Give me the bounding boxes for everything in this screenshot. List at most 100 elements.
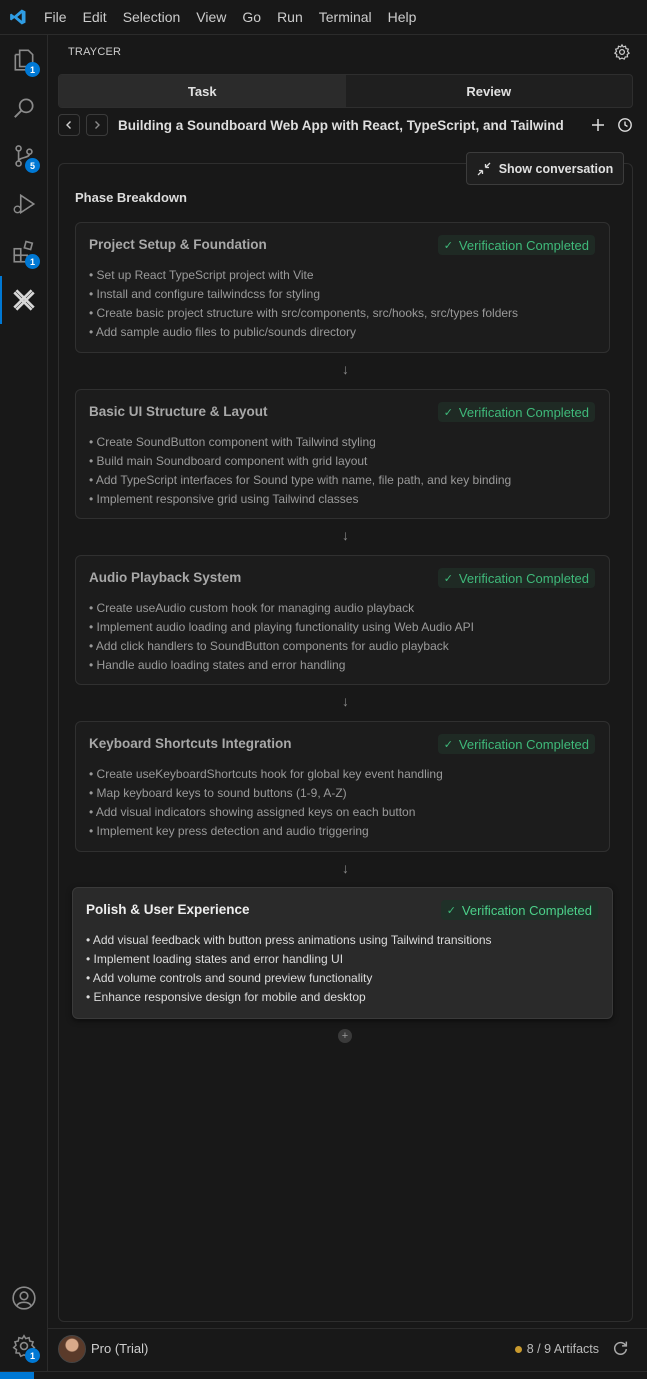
phase-card[interactable]: Keyboard Shortcuts Integration ✓ Verifica… (75, 721, 610, 852)
run-debug-button[interactable] (0, 180, 48, 228)
tab-task[interactable]: Task (59, 75, 346, 107)
phase-title: Polish & User Experience (86, 902, 250, 917)
list-item: Implement audio loading and playing func… (89, 618, 474, 637)
arrow-down-icon: ↓ (342, 693, 349, 709)
chevron-right-icon (95, 121, 100, 129)
list-item: Add sample audio files to public/sounds … (89, 323, 518, 342)
back-button[interactable] (58, 114, 80, 136)
phase-items: Add visual feedback with button press an… (86, 931, 492, 1007)
phase-title: Audio Playback System (89, 570, 242, 585)
status-badge: ✓ Verification Completed (437, 402, 595, 422)
source-control-badge: 5 (25, 158, 40, 173)
check-icon: ✓ (446, 904, 456, 917)
menu-run[interactable]: Run (269, 0, 311, 35)
phase-items: Create SoundButton component with Tailwi… (89, 433, 511, 509)
list-item: Implement loading states and error handl… (86, 950, 492, 969)
history-icon[interactable] (617, 117, 633, 133)
list-item: Add TypeScript interfaces for Sound type… (89, 471, 511, 490)
traycer-button[interactable] (0, 276, 48, 324)
phase-items: Set up React TypeScript project with Vit… (89, 266, 518, 342)
search-button[interactable] (0, 84, 48, 132)
list-item: Create useAudio custom hook for managing… (89, 599, 474, 618)
list-item: Add click handlers to SoundButton compon… (89, 637, 474, 656)
extensions-badge: 1 (25, 254, 40, 269)
remote-indicator[interactable] (0, 1372, 34, 1379)
traycer-panel: TRAYCER Task Review Building a Soundboar… (48, 35, 647, 1371)
list-item: Build main Soundboard component with gri… (89, 452, 511, 471)
show-conversation-label: Show conversation (498, 161, 614, 176)
phase-card[interactable]: Basic UI Structure & Layout ✓ Verificatio… (75, 389, 610, 519)
panel-title: TRAYCER (68, 46, 122, 58)
check-icon: ✓ (443, 572, 453, 585)
add-phase-icon[interactable]: + (338, 1029, 352, 1043)
phase-breakdown-heading: Phase Breakdown (75, 190, 187, 205)
menu-view[interactable]: View (188, 0, 234, 35)
plus-icon[interactable] (591, 118, 605, 132)
manage-button[interactable]: 1 (0, 1322, 48, 1370)
view-tabs: Task Review (58, 74, 633, 108)
menu-selection[interactable]: Selection (115, 0, 189, 35)
phase-card[interactable]: Audio Playback System ✓ Verification Comp… (75, 555, 610, 685)
task-nav-row: Building a Soundboard Web App with React… (58, 113, 633, 137)
menu-help[interactable]: Help (380, 0, 425, 35)
explorer-button[interactable]: 1 (0, 36, 48, 84)
tab-review[interactable]: Review (346, 75, 633, 107)
list-item: Install and configure tailwindcss for st… (89, 285, 518, 304)
list-item: Implement key press detection and audio … (89, 822, 443, 841)
refresh-icon[interactable] (612, 1339, 629, 1356)
settings-badge: 1 (25, 1348, 40, 1363)
collapse-icon (477, 162, 491, 175)
status-bar (0, 1371, 647, 1379)
list-item: Map keyboard keys to sound buttons (1-9,… (89, 784, 443, 803)
list-item: Handle audio loading states and error ha… (89, 656, 474, 675)
extensions-button[interactable]: 1 (0, 228, 48, 276)
plan-label: Pro (Trial) (91, 1341, 149, 1356)
phase-container: Show conversation Phase Breakdown Projec… (58, 152, 633, 1322)
vscode-logo-icon (0, 0, 36, 35)
list-item: Implement responsive grid using Tailwind… (89, 490, 511, 509)
phase-items: Create useAudio custom hook for managing… (89, 599, 474, 675)
list-item: Create basic project structure with src/… (89, 304, 519, 323)
phase-card[interactable]: Project Setup & Foundation ✓ Verification… (75, 222, 610, 353)
list-item: Add visual feedback with button press an… (86, 931, 492, 950)
list-item: Create useKeyboardShortcuts hook for glo… (89, 765, 443, 784)
list-item: Create SoundButton component with Tailwi… (89, 433, 511, 452)
list-item: Add volume controls and sound preview fu… (86, 969, 492, 988)
check-icon: ✓ (443, 406, 453, 419)
artifacts-label: 8 / 9 Artifacts (526, 1342, 599, 1356)
check-icon: ✓ (443, 738, 453, 751)
chevron-left-icon (66, 121, 71, 129)
phase-title: Basic UI Structure & Layout (89, 404, 268, 419)
show-conversation-button[interactable]: Show conversation (466, 152, 624, 185)
forward-button[interactable] (86, 114, 108, 136)
menu-go[interactable]: Go (234, 0, 269, 35)
menu-file[interactable]: File (36, 0, 75, 35)
settings-gear-icon[interactable] (613, 43, 631, 61)
source-control-button[interactable]: 5 (0, 132, 48, 180)
menu-terminal[interactable]: Terminal (311, 0, 380, 35)
traycer-icon (13, 289, 35, 311)
status-badge: ✓ Verification Completed (440, 900, 598, 920)
arrow-down-icon: ↓ (342, 527, 349, 543)
menu-edit[interactable]: Edit (75, 0, 115, 35)
phase-card-selected[interactable]: Polish & User Experience ✓ Verification C… (72, 887, 613, 1019)
status-badge: ✓ Verification Completed (437, 734, 595, 754)
artifact-dot-icon (514, 1345, 522, 1353)
artifacts-count[interactable]: 8 / 9 Artifacts (514, 1342, 599, 1356)
check-icon: ✓ (443, 239, 453, 252)
run-debug-icon (13, 193, 36, 215)
explorer-badge: 1 (25, 62, 40, 77)
phase-items: Create useKeyboardShortcuts hook for glo… (89, 765, 443, 841)
title-bar: File Edit Selection View Go Run Terminal… (0, 0, 647, 35)
arrow-down-icon: ↓ (342, 860, 349, 876)
list-item: Add visual indicators showing assigned k… (89, 803, 443, 822)
arrow-down-icon: ↓ (342, 361, 349, 377)
search-icon (14, 98, 34, 118)
accounts-button[interactable] (0, 1274, 48, 1322)
activity-bar: 1 5 1 1 (0, 35, 48, 1371)
phase-title: Keyboard Shortcuts Integration (89, 736, 292, 751)
avatar[interactable] (58, 1334, 86, 1363)
panel-footer: Pro (Trial) 8 / 9 Artifacts (48, 1328, 647, 1368)
list-item: Set up React TypeScript project with Vit… (89, 266, 518, 285)
status-badge: ✓ Verification Completed (437, 235, 595, 255)
